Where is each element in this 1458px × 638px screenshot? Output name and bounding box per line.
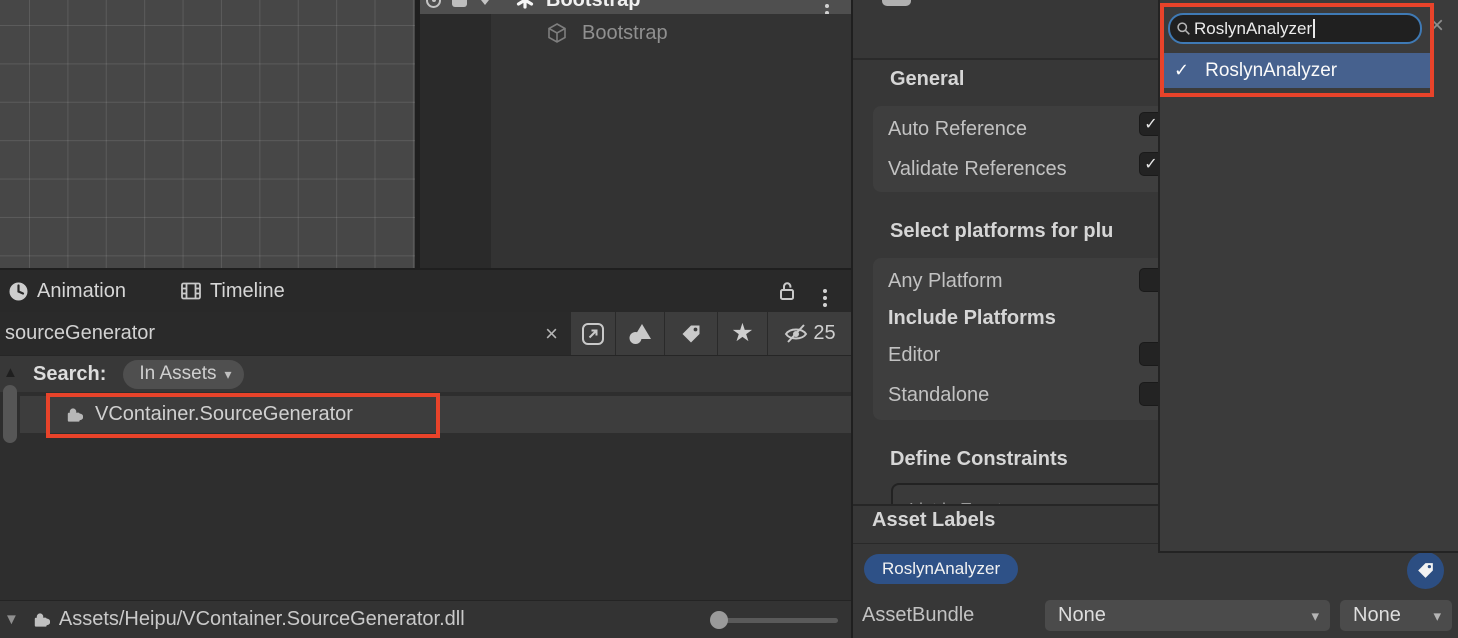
include-platforms-header: Include Platforms: [888, 307, 1056, 330]
chevron-down-icon: ▾: [224, 366, 231, 383]
grid-view[interactable]: [0, 0, 415, 268]
filter-by-type-icon[interactable]: [615, 312, 664, 355]
gameobject-cube-icon: [545, 21, 569, 45]
asset-label-pill[interactable]: RoslynAnalyzer: [864, 554, 1018, 584]
search-input-value: sourceGenerator: [5, 322, 155, 345]
scrollbar-up-arrow[interactable]: ▲: [3, 364, 18, 381]
selected-asset-path: Assets/Heipu/VContainer.SourceGenerator.…: [59, 608, 465, 631]
hierarchy-gutter: [420, 14, 491, 268]
clock-icon: [8, 281, 29, 302]
tab-bar: Animation Timeline: [0, 270, 851, 312]
assetbundle-dropdown[interactable]: None ▾: [1045, 600, 1330, 631]
chevron-down-icon[interactable]: [477, 0, 493, 5]
section-title-general: General: [890, 68, 964, 91]
search-input[interactable]: sourceGenerator ×: [0, 312, 570, 355]
search-scope-row: Search: In Assets ▾: [0, 356, 851, 392]
visibility-eye-icon[interactable]: [426, 0, 441, 8]
assetbundle-label: AssetBundle: [862, 604, 974, 627]
annotation-box-search-result: [46, 393, 440, 438]
scrollbar-thumb[interactable]: [3, 385, 17, 443]
any-platform-label: Any Platform: [888, 270, 1002, 293]
scrollbar-down-arrow[interactable]: ▼: [4, 611, 19, 628]
auto-reference-label: Auto Reference: [888, 118, 1027, 141]
chevron-down-icon: ▾: [1433, 607, 1441, 625]
kebab-menu-icon[interactable]: [825, 4, 829, 8]
assetbundle-variant-dropdown[interactable]: None ▾: [1340, 600, 1452, 631]
tab-timeline-label: Timeline: [210, 280, 285, 303]
pickability-hand-icon[interactable]: [452, 0, 467, 7]
gameobject-name: Bootstrap: [582, 22, 668, 45]
section-title-platforms: Select platforms for plu: [890, 220, 1113, 243]
standalone-platform-label: Standalone: [888, 384, 989, 407]
unity-editor-window: Bootstrap Bootstrap Animation: [0, 0, 1458, 638]
tab-animation-label: Animation: [37, 280, 126, 303]
annotation-box-label-popup: [1160, 3, 1434, 97]
search-scope-label: Search:: [33, 363, 106, 386]
editor-platform-label: Editor: [888, 344, 940, 367]
validate-references-label: Validate References: [888, 158, 1067, 181]
filter-by-label-icon[interactable]: [664, 312, 717, 355]
hierarchy-header-bar[interactable]: Bootstrap: [420, 0, 851, 14]
clear-search-icon[interactable]: ×: [545, 323, 558, 345]
asset-path-bar: ▼ Assets/Heipu/VContainer.SourceGenerato…: [0, 600, 851, 638]
hidden-count: 25: [813, 322, 835, 345]
dll-puzzle-icon: [31, 610, 50, 629]
hierarchy-row-bootstrap[interactable]: Bootstrap: [491, 14, 851, 52]
inspector-tab-stub: [882, 0, 911, 6]
tag-icon: [1416, 561, 1435, 580]
section-title-constraints: Define Constraints: [890, 448, 1068, 471]
open-in-new-window-button[interactable]: [570, 312, 615, 355]
prefab-icon: [515, 0, 535, 10]
zoom-slider[interactable]: [710, 611, 840, 629]
search-scope-dropdown[interactable]: In Assets ▾: [123, 360, 243, 389]
hidden-packages-toggle[interactable]: 25: [767, 312, 851, 355]
hierarchy-panel: Bootstrap Bootstrap: [420, 0, 851, 268]
section-title-asset-labels: Asset Labels: [872, 509, 995, 532]
zoom-slider-knob[interactable]: [710, 611, 728, 629]
edit-labels-button[interactable]: [1407, 552, 1444, 589]
eye-slash-icon: [783, 322, 809, 346]
kebab-menu-icon[interactable]: [823, 289, 827, 293]
chevron-down-icon: ▾: [1311, 607, 1319, 625]
favorites-star-icon[interactable]: ★: [717, 312, 767, 355]
search-toolbar: sourceGenerator × ★ 25: [0, 312, 851, 356]
animation-panel: Animation Timeline sourceGenerator ×: [0, 270, 851, 638]
unlock-icon[interactable]: [777, 280, 797, 302]
prefab-root-title: Bootstrap: [546, 0, 640, 12]
tab-timeline[interactable]: Timeline: [180, 280, 285, 303]
zoom-slider-track[interactable]: [719, 618, 838, 623]
tab-animation[interactable]: Animation: [8, 280, 126, 303]
film-icon: [180, 281, 202, 301]
